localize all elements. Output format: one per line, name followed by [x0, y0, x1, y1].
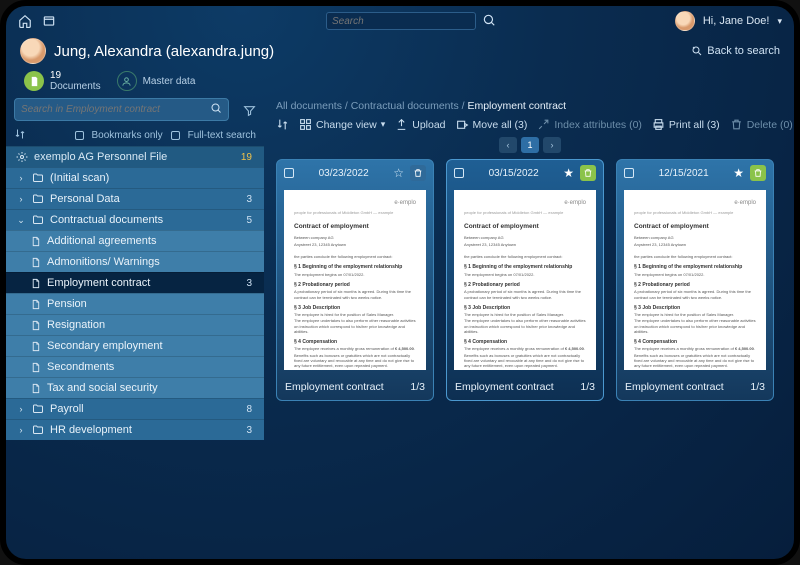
delete-button[interactable]: Delete (0): [730, 118, 793, 131]
crumb-category[interactable]: Contractual documents: [351, 100, 459, 112]
master-data-tab[interactable]: Master data: [117, 71, 196, 91]
crumb-current: Employment contract: [467, 100, 566, 112]
tree-folder[interactable]: ›Personal Data3: [6, 188, 264, 209]
back-to-search-link[interactable]: Back to search: [691, 45, 780, 57]
tree-root[interactable]: exemplo AG Personnel File19: [6, 146, 264, 167]
card-pages: 1/3: [580, 381, 595, 393]
master-data-label: Master data: [143, 76, 196, 87]
chevron-down-icon[interactable]: ▾: [777, 16, 782, 27]
pager-prev[interactable]: ‹: [499, 137, 517, 153]
card-checkbox[interactable]: [284, 168, 294, 178]
documents-tab[interactable]: 19 Documents: [24, 70, 101, 92]
back-label: Back to search: [707, 45, 780, 57]
documents-label: Documents: [50, 81, 101, 92]
card-date: 03/23/2022: [300, 168, 387, 179]
tree-item[interactable]: Secondments: [6, 356, 264, 377]
tree-item[interactable]: Resignation: [6, 314, 264, 335]
filter-icon[interactable]: [243, 104, 256, 120]
trash-icon[interactable]: [410, 165, 426, 181]
user-avatar[interactable]: [675, 11, 695, 31]
document-preview[interactable]: e·emplopeople for professionals of Middl…: [284, 190, 426, 370]
tree-item[interactable]: Admonitions/ Warnings: [6, 251, 264, 272]
tree-item[interactable]: Secondary employment: [6, 335, 264, 356]
search-icon[interactable]: [210, 102, 222, 117]
sort-icon[interactable]: [14, 128, 26, 143]
search-icon[interactable]: [482, 13, 498, 29]
tree-item[interactable]: Tax and social security: [6, 377, 264, 398]
card-title: Employment contract: [625, 381, 724, 393]
card-title: Employment contract: [285, 381, 384, 393]
tree-item[interactable]: Employment contract3: [6, 272, 264, 293]
person-avatar: [20, 38, 46, 64]
card-checkbox[interactable]: [454, 168, 464, 178]
card-date: 12/15/2021: [640, 168, 727, 179]
trash-icon[interactable]: [580, 165, 596, 181]
card-checkbox[interactable]: [624, 168, 634, 178]
card-title: Employment contract: [455, 381, 554, 393]
card-date: 03/15/2022: [470, 168, 557, 179]
document-preview[interactable]: e·emplopeople for professionals of Middl…: [624, 190, 766, 370]
bookmarks-label: Bookmarks only: [92, 130, 163, 141]
tree-folder[interactable]: ›HR development3: [6, 419, 264, 440]
upload-button[interactable]: Upload: [395, 118, 445, 131]
tree-item[interactable]: Additional agreements: [6, 230, 264, 251]
card-pages: 1/3: [750, 381, 765, 393]
page-title: Jung, Alexandra (alexandra.jung): [54, 43, 274, 60]
fulltext-checkbox[interactable]: [171, 131, 180, 140]
pager-page[interactable]: 1: [521, 137, 539, 153]
breadcrumb: All documents / Contractual documents / …: [272, 98, 788, 118]
sort-button[interactable]: [276, 118, 289, 131]
move-all-button[interactable]: Move all (3): [456, 118, 528, 131]
star-icon[interactable]: ★: [563, 166, 574, 180]
tree-folder[interactable]: ⌄Contractual documents5: [6, 209, 264, 230]
documents-icon: [24, 71, 44, 91]
fulltext-label: Full-text search: [188, 130, 256, 141]
tree-folder[interactable]: ›(Initial scan): [6, 167, 264, 188]
star-icon[interactable]: ★: [733, 166, 744, 180]
documents-count: 19: [50, 70, 101, 81]
document-card[interactable]: 03/15/2022 ★ e·emplopeople for professiona…: [446, 159, 604, 401]
change-view-button[interactable]: Change view ▾: [299, 118, 385, 131]
greeting-text: Hi, Jane Doe!: [703, 15, 770, 27]
crumb-all[interactable]: All documents: [276, 100, 342, 112]
star-icon[interactable]: ☆: [393, 166, 404, 180]
trash-icon[interactable]: [750, 165, 766, 181]
index-attributes-button[interactable]: Index attributes (0): [537, 118, 642, 131]
window-icon[interactable]: [42, 14, 56, 28]
sidebar-search-input[interactable]: [21, 104, 204, 115]
document-card[interactable]: 12/15/2021 ★ e·emplopeople for professiona…: [616, 159, 774, 401]
global-search-input[interactable]: [326, 12, 476, 30]
card-pages: 1/3: [410, 381, 425, 393]
pager-next[interactable]: ›: [543, 137, 561, 153]
document-card[interactable]: 03/23/2022 ☆ e·emplopeople for professiona…: [276, 159, 434, 401]
document-preview[interactable]: e·emplopeople for professionals of Middl…: [454, 190, 596, 370]
tree-folder[interactable]: ›Payroll8: [6, 398, 264, 419]
bookmarks-checkbox[interactable]: [75, 131, 84, 140]
home-icon[interactable]: [18, 14, 32, 28]
person-icon: [117, 71, 137, 91]
tree-item[interactable]: Pension: [6, 293, 264, 314]
print-all-button[interactable]: Print all (3): [652, 118, 720, 131]
